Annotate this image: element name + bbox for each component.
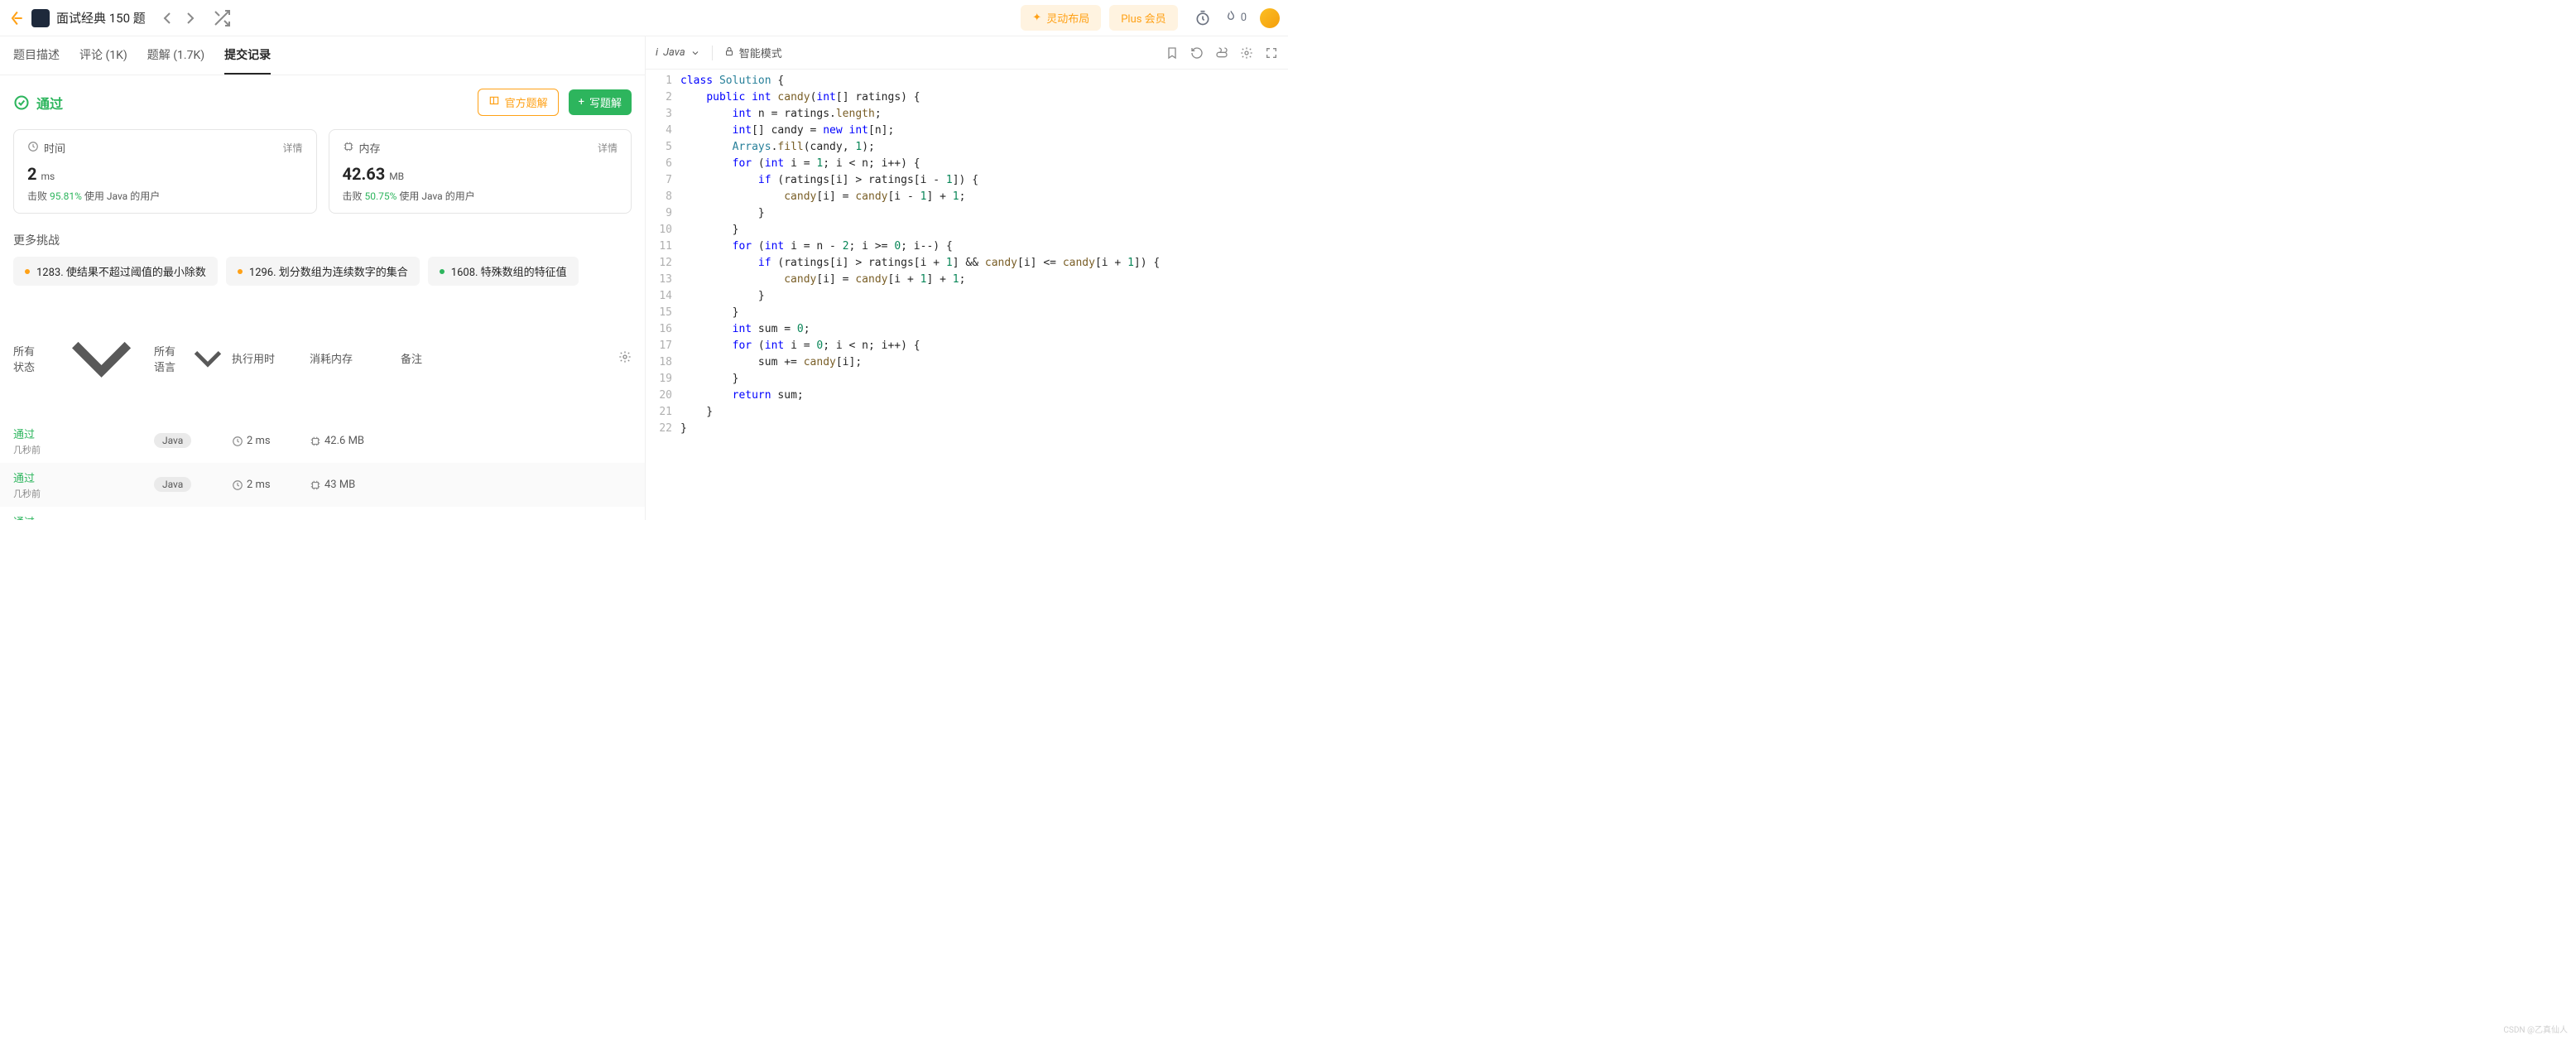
time-detail-link[interactable]: 详情 — [282, 141, 302, 155]
col-note: 备注 — [401, 350, 618, 366]
difficulty-dot — [25, 269, 30, 274]
plus-icon: + — [579, 96, 584, 108]
tab-comments[interactable]: 评论 (1K) — [79, 36, 127, 75]
tab-solutions[interactable]: 题解 (1.7K) — [147, 36, 204, 75]
reset-icon[interactable] — [1190, 45, 1204, 61]
bookmark-icon[interactable] — [1165, 45, 1179, 61]
language-pill: Java — [154, 477, 191, 492]
book-icon — [488, 95, 500, 110]
filters-row: 所有状态 所有语言 执行用时 消耗内存 备注 — [0, 297, 645, 419]
plus-membership-button[interactable]: Plus 会员 — [1109, 5, 1177, 31]
settings-icon[interactable] — [618, 350, 632, 367]
editor-panel: i Java 智能模式 1234567891011121314151617181… — [646, 36, 1288, 520]
shuffle-button[interactable] — [212, 8, 232, 28]
col-memory: 消耗内存 — [310, 350, 401, 366]
next-button[interactable] — [180, 8, 200, 28]
page-title: 面试经典 150 题 — [56, 9, 146, 26]
challenge-chips: 1283. 使结果不超过阈值的最小除数 1296. 划分数组为连续数字的集合 160… — [0, 257, 645, 297]
difficulty-dot — [440, 269, 445, 274]
chip-icon — [310, 479, 321, 491]
memory-stat-card[interactable]: 内存 详情 42.63 MB 击败 50.75% 使用 Java 的用户 — [329, 129, 632, 214]
fire-icon — [1224, 10, 1238, 26]
clock-icon — [232, 479, 243, 491]
status-badge: 通过 — [13, 93, 63, 113]
challenge-chip[interactable]: 1296. 划分数组为连续数字的集合 — [226, 257, 420, 286]
check-circle-icon — [13, 94, 30, 111]
memory-detail-link[interactable]: 详情 — [598, 141, 618, 155]
language-selector[interactable]: i Java — [656, 46, 700, 59]
write-solution-button[interactable]: + 写题解 — [569, 89, 632, 115]
leetcode-logo-icon[interactable] — [8, 10, 25, 26]
command-icon[interactable] — [1215, 45, 1228, 61]
chevron-down-icon — [690, 48, 700, 58]
submission-row[interactable]: 通过几秒前Java2 ms43 MB — [0, 463, 645, 507]
code-editor[interactable]: 12345678910111213141516171819202122 clas… — [646, 70, 1288, 437]
collection-icon — [31, 9, 50, 27]
chip-icon — [310, 436, 321, 447]
tabs: 题目描述 评论 (1K) 题解 (1.7K) 提交记录 — [0, 36, 645, 75]
clock-icon — [232, 436, 243, 447]
avatar[interactable] — [1260, 8, 1280, 28]
left-panel: 题目描述 评论 (1K) 题解 (1.7K) 提交记录 通过 官方题解 + 写题… — [0, 36, 646, 520]
col-runtime: 执行用时 — [232, 350, 310, 366]
mode-selector[interactable]: 智能模式 — [724, 45, 782, 60]
submission-row[interactable]: 通过几秒前Java2 ms42.6 MB — [0, 419, 645, 463]
fullscreen-icon[interactable] — [1265, 45, 1278, 61]
filter-status[interactable]: 所有状态 — [13, 306, 154, 411]
layout-button[interactable]: ✦ 灵动布局 — [1021, 5, 1101, 31]
sparkle-icon: ✦ — [1032, 12, 1041, 24]
official-solution-button[interactable]: 官方题解 — [478, 89, 559, 116]
difficulty-dot — [238, 269, 243, 274]
topbar: 面试经典 150 题 ✦ 灵动布局 Plus 会员 0 — [0, 0, 1288, 36]
challenge-chip[interactable]: 1608. 特殊数组的特征值 — [428, 257, 579, 286]
gear-icon[interactable] — [1240, 45, 1253, 61]
lock-icon — [724, 46, 734, 60]
time-stat-card[interactable]: 时间 详情 2 ms 击败 95.81% 使用 Java 的用户 — [13, 129, 317, 214]
clock-icon — [27, 141, 39, 156]
filter-language[interactable]: 所有语言 — [154, 335, 232, 383]
timer-icon[interactable] — [1194, 10, 1211, 26]
tab-submissions[interactable]: 提交记录 — [224, 36, 271, 75]
prev-button[interactable] — [157, 8, 177, 28]
chip-icon — [343, 141, 354, 156]
language-pill: Java — [154, 433, 191, 448]
challenge-chip[interactable]: 1283. 使结果不超过阈值的最小除数 — [13, 257, 218, 286]
watermark: CSDN @乙真仙人 — [2503, 1023, 2568, 1035]
more-challenges-title: 更多挑战 — [0, 220, 645, 257]
streak-counter[interactable]: 0 — [1224, 10, 1247, 26]
submission-row[interactable]: 通过几秒前Java2 ms43.1 MB — [0, 507, 645, 520]
chevron-down-icon — [49, 306, 154, 411]
submissions-table: 通过几秒前Java2 ms42.6 MB通过几秒前Java2 ms43 MB通过… — [0, 419, 645, 520]
tab-description[interactable]: 题目描述 — [13, 36, 60, 75]
chevron-down-icon — [184, 335, 232, 383]
